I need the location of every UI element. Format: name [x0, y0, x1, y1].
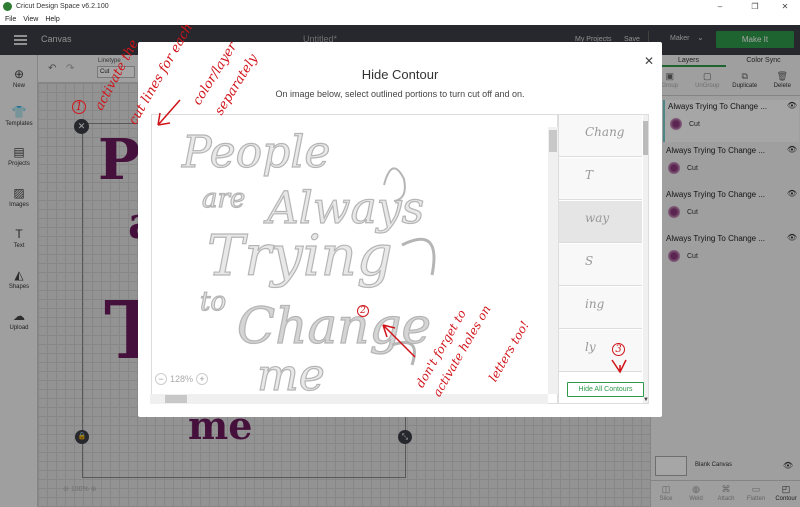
menu-help[interactable]: Help — [45, 16, 59, 23]
preview-word[interactable]: to — [199, 286, 226, 317]
maximize-button[interactable]: ❐ — [740, 0, 770, 13]
contour-item[interactable]: T — [559, 158, 642, 200]
contour-thumb: T — [585, 168, 594, 182]
preview-word[interactable]: are — [201, 183, 246, 214]
menu-file[interactable]: File — [5, 16, 16, 23]
contour-item[interactable]: S — [559, 244, 642, 286]
scroll-down-icon[interactable]: ▼ — [643, 397, 648, 403]
preview-zoom-value: 128% — [170, 374, 194, 384]
contour-item[interactable]: Chang — [559, 115, 642, 157]
preview-word[interactable]: People — [180, 126, 331, 178]
annotation-arrow-1 — [157, 99, 181, 126]
minimize-button[interactable]: – — [705, 0, 735, 13]
annotation-arrow-3 — [611, 359, 627, 374]
scroll-thumb[interactable] — [549, 130, 557, 152]
contour-item[interactable]: way — [559, 201, 642, 243]
menu-view[interactable]: View — [23, 16, 38, 23]
scroll-thumb[interactable] — [643, 121, 648, 155]
contour-list-scrollbar[interactable] — [643, 115, 648, 403]
dialog-instructions: On image below, select outlined portions… — [275, 89, 525, 99]
preview-vertical-scrollbar[interactable] — [548, 127, 558, 394]
annotation-marker-1: 1 — [72, 100, 86, 114]
contour-thumb: way — [585, 211, 610, 225]
preview-horizontal-scrollbar[interactable] — [150, 394, 548, 404]
zoom-out-icon[interactable]: − — [155, 373, 167, 385]
contour-thumb: ing — [585, 297, 605, 311]
window-title-bar: Cricut Design Space v6.2.100 – ❐ ✕ — [0, 0, 800, 13]
contour-thumb: Chang — [585, 125, 625, 139]
cricut-app-icon — [3, 2, 12, 11]
annotation-arrow-2 — [382, 324, 416, 358]
scroll-thumb[interactable] — [165, 395, 187, 403]
contour-item[interactable]: ing — [559, 287, 642, 329]
contour-thumb: ly — [585, 340, 596, 354]
hide-all-contours-button[interactable]: Hide All Contours — [567, 382, 644, 397]
close-window-button[interactable]: ✕ — [770, 0, 800, 13]
swirl-shape[interactable] — [401, 237, 436, 276]
contour-list: Chang T way S ing ly ▼ — [558, 114, 649, 404]
annotation-marker-3: 3 — [612, 343, 625, 356]
window-title: Cricut Design Space v6.2.100 — [16, 3, 109, 10]
preview-word[interactable]: Trying — [206, 223, 393, 289]
contour-thumb: S — [585, 254, 594, 268]
zoom-in-icon[interactable]: + — [196, 373, 209, 385]
preview-zoom-control: − 128% + — [155, 371, 209, 387]
menu-bar: File View Help — [0, 13, 800, 25]
close-dialog-icon[interactable]: ✕ — [644, 54, 654, 68]
annotation-marker-2: 2 — [357, 305, 369, 317]
